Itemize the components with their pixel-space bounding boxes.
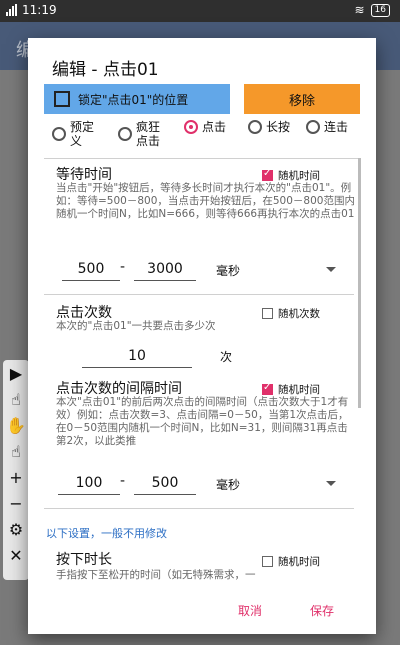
advanced-settings-note: 以下设置，一般不用修改 [46,527,167,540]
range-dash: - [120,259,126,275]
click-interval-random-checkbox[interactable]: 随机时间 [262,382,320,397]
click-count-input[interactable]: 10 [82,345,192,368]
radio-click[interactable]: 点击 [184,120,228,134]
checkbox-icon [54,91,70,107]
battery-icon: 16 [370,3,390,17]
radio-icon [248,120,262,134]
radio-crazy-click[interactable]: 疯狂点击 [118,120,162,148]
radio-combo-click[interactable]: 连击 [306,120,350,134]
wifi-icon: ≋ [354,3,365,17]
add-icon[interactable]: + [3,464,29,490]
radio-icon [306,120,320,134]
radio-icon [118,127,132,141]
click-interval-unit-select[interactable]: 毫秒 [216,476,240,493]
lock-position-label: 锁定"点击01"的位置 [78,92,189,107]
close-icon[interactable]: ✕ [3,542,29,568]
checkbox-icon [262,382,273,395]
gear-icon[interactable]: ⚙ [3,516,29,542]
click-interval-description: 本次"点击01"的前后两次点击的间隔时间（点击次数大于1才有效）例如：点击次数=… [56,396,349,447]
click-type-radio-group: 预定义 疯狂点击 点击 长按 连击 [44,120,364,154]
wait-time-min-input[interactable]: 500 [62,258,120,281]
checkbox-icon [262,556,273,567]
tap-icon[interactable]: ☝ [3,386,29,412]
radio-icon [184,120,198,134]
click-interval-title: 点击次数的间隔时间 [56,381,182,397]
wait-time-max-input[interactable]: 3000 [134,258,196,281]
wait-time-unit-select[interactable]: 毫秒 [216,262,240,279]
click-count-random-checkbox[interactable]: 随机次数 [262,306,320,321]
chevron-down-icon[interactable] [326,267,336,272]
press-duration-title: 按下时长 [56,552,112,568]
divider [44,508,354,509]
divider [44,294,354,295]
lock-position-button[interactable]: 锁定"点击01"的位置 [44,84,230,114]
signal-icon [6,4,17,16]
dialog-footer: 取消 保存 [28,588,376,634]
click-count-description: 本次的"点击01"一共要点击多少次 [56,320,216,332]
save-button[interactable]: 保存 [310,602,334,619]
click-count-unit: 次 [220,350,233,364]
remove-button[interactable]: 移除 [244,84,360,114]
click-interval-min-input[interactable]: 100 [58,472,120,495]
swipe-icon[interactable]: ☝ [3,438,29,464]
wait-time-title: 等待时间 [56,167,112,183]
cancel-button[interactable]: 取消 [238,602,262,619]
click-count-title: 点击次数 [56,305,112,321]
scrollbar[interactable] [358,158,361,408]
edit-dialog: 编辑 - 点击01 锁定"点击01"的位置 移除 预定义 疯狂点击 点击 长按 … [28,38,376,634]
chevron-down-icon[interactable] [326,481,336,486]
radio-long-press[interactable]: 长按 [248,120,292,134]
wait-time-random-checkbox[interactable]: 随机时间 [262,168,320,183]
wait-time-description: 当点击"开始"按钮后，等待多长时间才执行本次的"点击01"。例如：等待=500－… [56,182,355,220]
radio-predefined[interactable]: 预定义 [52,120,96,148]
play-icon[interactable]: ▶ [3,360,29,386]
press-duration-random-checkbox[interactable]: 随机时间 [262,554,320,569]
minus-icon[interactable]: − [3,490,29,516]
status-bar: 11:19 ≋ 16 [0,0,400,22]
dialog-title: 编辑 - 点击01 [52,60,159,80]
divider [44,158,360,159]
checkbox-icon [262,308,273,319]
floating-toolbar: ▶ ☝ ✋ ☝ + − ⚙ ✕ [3,360,29,580]
range-dash: - [120,473,126,489]
radio-icon [52,127,66,141]
press-duration-description: 手指按下至松开的时间（如无特殊需求，一 [56,569,256,581]
checkbox-icon [262,168,273,181]
click-interval-max-input[interactable]: 500 [134,472,196,495]
hand-icon[interactable]: ✋ [3,412,29,438]
status-time: 11:19 [22,3,57,17]
